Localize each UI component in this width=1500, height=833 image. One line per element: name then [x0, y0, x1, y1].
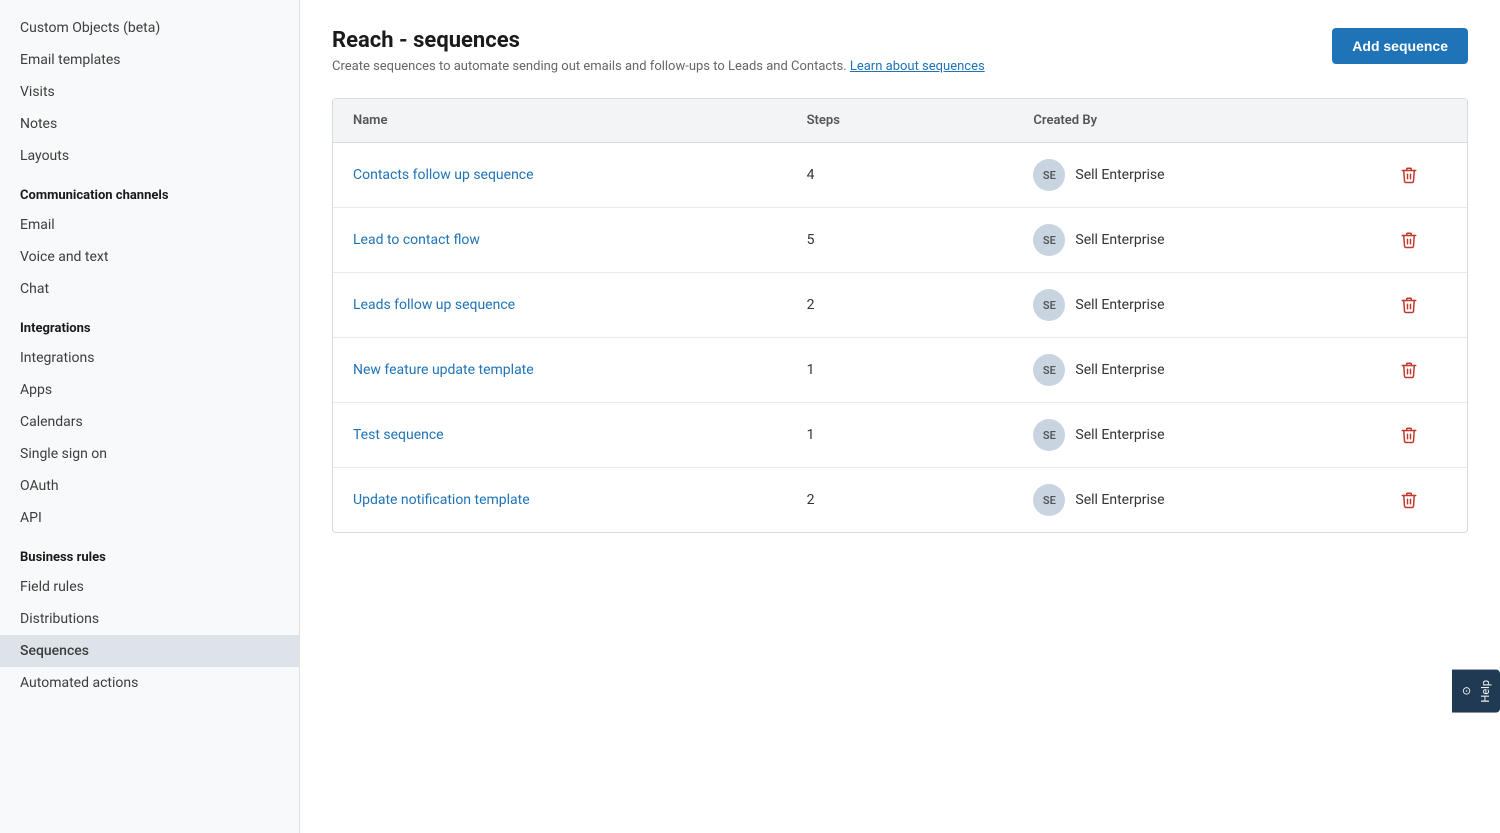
sequence-name[interactable]: New feature update template: [333, 338, 787, 403]
sidebar-item-oauth[interactable]: OAuth: [0, 470, 299, 502]
sequence-name[interactable]: Lead to contact flow: [333, 208, 787, 273]
table-row: Lead to contact flow5 SE Sell Enterprise: [333, 208, 1467, 273]
created-by-cell: SE Sell Enterprise: [1033, 484, 1356, 516]
sequence-steps: 4: [787, 143, 1014, 208]
delete-sequence-button[interactable]: [1396, 227, 1422, 253]
table-header-row: Name Steps Created By: [333, 99, 1467, 143]
page-title-block: Reach - sequences Create sequences to au…: [332, 28, 985, 74]
sequence-created-by: SE Sell Enterprise: [1013, 273, 1376, 338]
created-by-cell: SE Sell Enterprise: [1033, 224, 1356, 256]
creator-name: Sell Enterprise: [1075, 492, 1164, 508]
learn-about-sequences-link[interactable]: Learn about sequences: [850, 59, 985, 74]
created-by-cell: SE Sell Enterprise: [1033, 159, 1356, 191]
avatar: SE: [1033, 484, 1065, 516]
delete-sequence-button[interactable]: [1396, 357, 1422, 383]
help-widget-label: ⊙: [1460, 687, 1473, 696]
sequence-action: [1376, 208, 1467, 273]
sidebar-item-notes[interactable]: Notes: [0, 108, 299, 140]
page-subtitle-text: Create sequences to automate sending out…: [332, 59, 847, 74]
sequence-steps: 5: [787, 208, 1014, 273]
table-row: Update notification template2 SE Sell Ente…: [333, 468, 1467, 533]
page-subtitle: Create sequences to automate sending out…: [332, 59, 985, 74]
sequence-created-by: SE Sell Enterprise: [1013, 338, 1376, 403]
sequence-created-by: SE Sell Enterprise: [1013, 208, 1376, 273]
table-body: Contacts follow up sequence4 SE Sell Enter…: [333, 143, 1467, 533]
sidebar-item-email[interactable]: Email: [0, 209, 299, 241]
sequence-action: [1376, 338, 1467, 403]
page-header: Reach - sequences Create sequences to au…: [332, 28, 1468, 74]
sidebar: Custom Objects (beta)Email templatesVisi…: [0, 0, 300, 833]
page-title: Reach - sequences: [332, 28, 985, 53]
table-row: Test sequence1 SE Sell Enterprise: [333, 403, 1467, 468]
avatar: SE: [1033, 224, 1065, 256]
sequence-name[interactable]: Update notification template: [333, 468, 787, 533]
sidebar-item-visits[interactable]: Visits: [0, 76, 299, 108]
sidebar-item-custom-objects[interactable]: Custom Objects (beta): [0, 12, 299, 44]
help-widget[interactable]: ⊙ Help: [1452, 670, 1500, 713]
col-header-steps: Steps: [787, 99, 1014, 143]
sidebar-item-layouts[interactable]: Layouts: [0, 140, 299, 172]
avatar: SE: [1033, 289, 1065, 321]
created-by-cell: SE Sell Enterprise: [1033, 419, 1356, 451]
col-header-action: [1376, 99, 1467, 143]
sidebar-item-sequences[interactable]: Sequences: [0, 635, 299, 667]
created-by-cell: SE Sell Enterprise: [1033, 289, 1356, 321]
sidebar-item-api[interactable]: API: [0, 502, 299, 534]
sidebar-item-automated-actions[interactable]: Automated actions: [0, 667, 299, 699]
sidebar-item-field-rules[interactable]: Field rules: [0, 571, 299, 603]
sidebar-item-single-sign-on[interactable]: Single sign on: [0, 438, 299, 470]
help-widget-text: Help: [1479, 680, 1492, 703]
sequences-table: Name Steps Created By Contacts follow up…: [333, 99, 1467, 532]
sidebar-item-chat[interactable]: Chat: [0, 273, 299, 305]
sequence-created-by: SE Sell Enterprise: [1013, 143, 1376, 208]
sidebar-item-apps[interactable]: Apps: [0, 374, 299, 406]
sequence-name[interactable]: Contacts follow up sequence: [333, 143, 787, 208]
sidebar-section-integrations: Integrations: [0, 305, 299, 342]
table-row: New feature update template1 SE Sell Enter…: [333, 338, 1467, 403]
creator-name: Sell Enterprise: [1075, 167, 1164, 183]
sequence-steps: 1: [787, 403, 1014, 468]
col-header-name: Name: [333, 99, 787, 143]
sequence-name[interactable]: Leads follow up sequence: [333, 273, 787, 338]
sidebar-item-calendars[interactable]: Calendars: [0, 406, 299, 438]
sequences-table-container: Name Steps Created By Contacts follow up…: [332, 98, 1468, 533]
sidebar-item-integrations[interactable]: Integrations: [0, 342, 299, 374]
delete-sequence-button[interactable]: [1396, 162, 1422, 188]
sequence-steps: 1: [787, 338, 1014, 403]
col-header-created-by: Created By: [1013, 99, 1376, 143]
avatar: SE: [1033, 159, 1065, 191]
sidebar-item-email-templates[interactable]: Email templates: [0, 44, 299, 76]
creator-name: Sell Enterprise: [1075, 297, 1164, 313]
delete-sequence-button[interactable]: [1396, 487, 1422, 513]
creator-name: Sell Enterprise: [1075, 427, 1164, 443]
sequence-action: [1376, 403, 1467, 468]
main-content: Reach - sequences Create sequences to au…: [300, 0, 1500, 833]
sidebar-section-business-rules: Business rules: [0, 534, 299, 571]
sequence-action: [1376, 143, 1467, 208]
avatar: SE: [1033, 419, 1065, 451]
sequence-action: [1376, 468, 1467, 533]
table-header: Name Steps Created By: [333, 99, 1467, 143]
created-by-cell: SE Sell Enterprise: [1033, 354, 1356, 386]
sequence-steps: 2: [787, 273, 1014, 338]
delete-sequence-button[interactable]: [1396, 422, 1422, 448]
delete-sequence-button[interactable]: [1396, 292, 1422, 318]
sidebar-section-communication-channels: Communication channels: [0, 172, 299, 209]
creator-name: Sell Enterprise: [1075, 232, 1164, 248]
sequence-action: [1376, 273, 1467, 338]
sequence-name[interactable]: Test sequence: [333, 403, 787, 468]
sidebar-item-voice-and-text[interactable]: Voice and text: [0, 241, 299, 273]
sequence-steps: 2: [787, 468, 1014, 533]
creator-name: Sell Enterprise: [1075, 362, 1164, 378]
table-row: Contacts follow up sequence4 SE Sell Enter…: [333, 143, 1467, 208]
avatar: SE: [1033, 354, 1065, 386]
sidebar-item-distributions[interactable]: Distributions: [0, 603, 299, 635]
add-sequence-button[interactable]: Add sequence: [1332, 28, 1468, 64]
sequence-created-by: SE Sell Enterprise: [1013, 403, 1376, 468]
sequence-created-by: SE Sell Enterprise: [1013, 468, 1376, 533]
table-row: Leads follow up sequence2 SE Sell Enterpri…: [333, 273, 1467, 338]
